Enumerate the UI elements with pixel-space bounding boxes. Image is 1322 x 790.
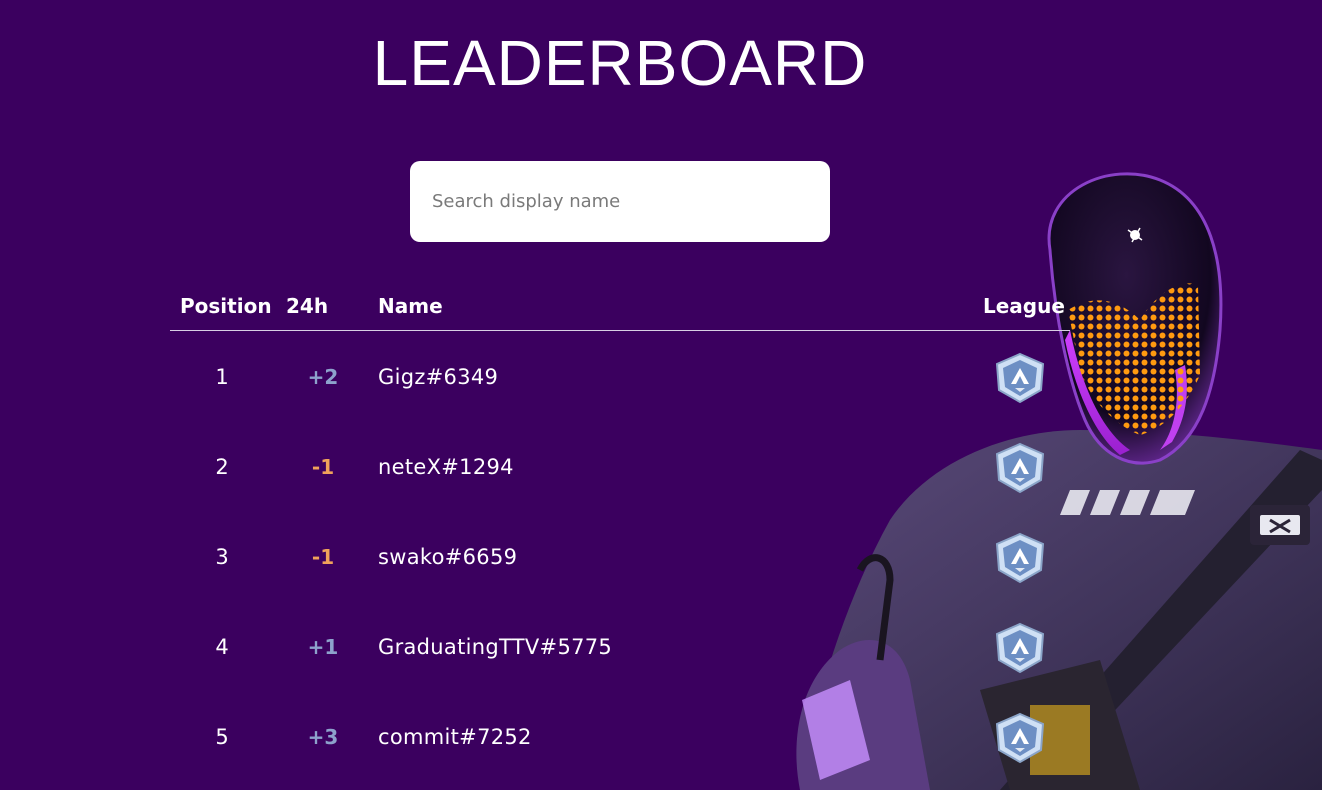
league-badge-icon [995, 352, 1045, 404]
leaderboard-table: Position 24h Name League 1 +2 Gigz#6349 … [170, 284, 1070, 781]
table-row[interactable]: 2 -1 neteX#1294 [170, 421, 1070, 511]
search-input[interactable] [410, 161, 830, 242]
table-row[interactable]: 3 -1 swako#6659 [170, 511, 1070, 601]
row-24h-change: +3 [307, 725, 339, 749]
header-name[interactable]: Name [378, 294, 443, 318]
league-badge-icon [995, 532, 1045, 584]
row-position: 3 [215, 545, 229, 569]
row-24h-change: -1 [311, 545, 335, 569]
league-badge-icon [995, 622, 1045, 674]
table-header: Position 24h Name League [170, 284, 1070, 331]
row-24h-change: -1 [311, 455, 335, 479]
table-row[interactable]: 4 +1 GraduatingTTV#5775 [170, 601, 1070, 691]
league-badge-icon [995, 712, 1045, 764]
row-position: 2 [215, 455, 229, 479]
table-row[interactable]: 1 +2 Gigz#6349 [170, 331, 1070, 421]
row-24h-change: +2 [307, 365, 339, 389]
header-league[interactable]: League [983, 294, 1065, 318]
page-title: LEADERBOARD [372, 27, 868, 99]
row-position: 1 [215, 365, 229, 389]
row-player-name[interactable]: Gigz#6349 [378, 365, 498, 389]
row-player-name[interactable]: commit#7252 [378, 725, 532, 749]
row-position: 4 [215, 635, 229, 659]
header-24h[interactable]: 24h [286, 294, 328, 318]
row-player-name[interactable]: neteX#1294 [378, 455, 514, 479]
table-row[interactable]: 5 +3 commit#7252 [170, 691, 1070, 781]
row-player-name[interactable]: GraduatingTTV#5775 [378, 635, 612, 659]
search-box [410, 161, 830, 242]
row-position: 5 [215, 725, 229, 749]
header-position[interactable]: Position [180, 294, 272, 318]
row-player-name[interactable]: swako#6659 [378, 545, 517, 569]
row-24h-change: +1 [307, 635, 339, 659]
league-badge-icon [995, 442, 1045, 494]
